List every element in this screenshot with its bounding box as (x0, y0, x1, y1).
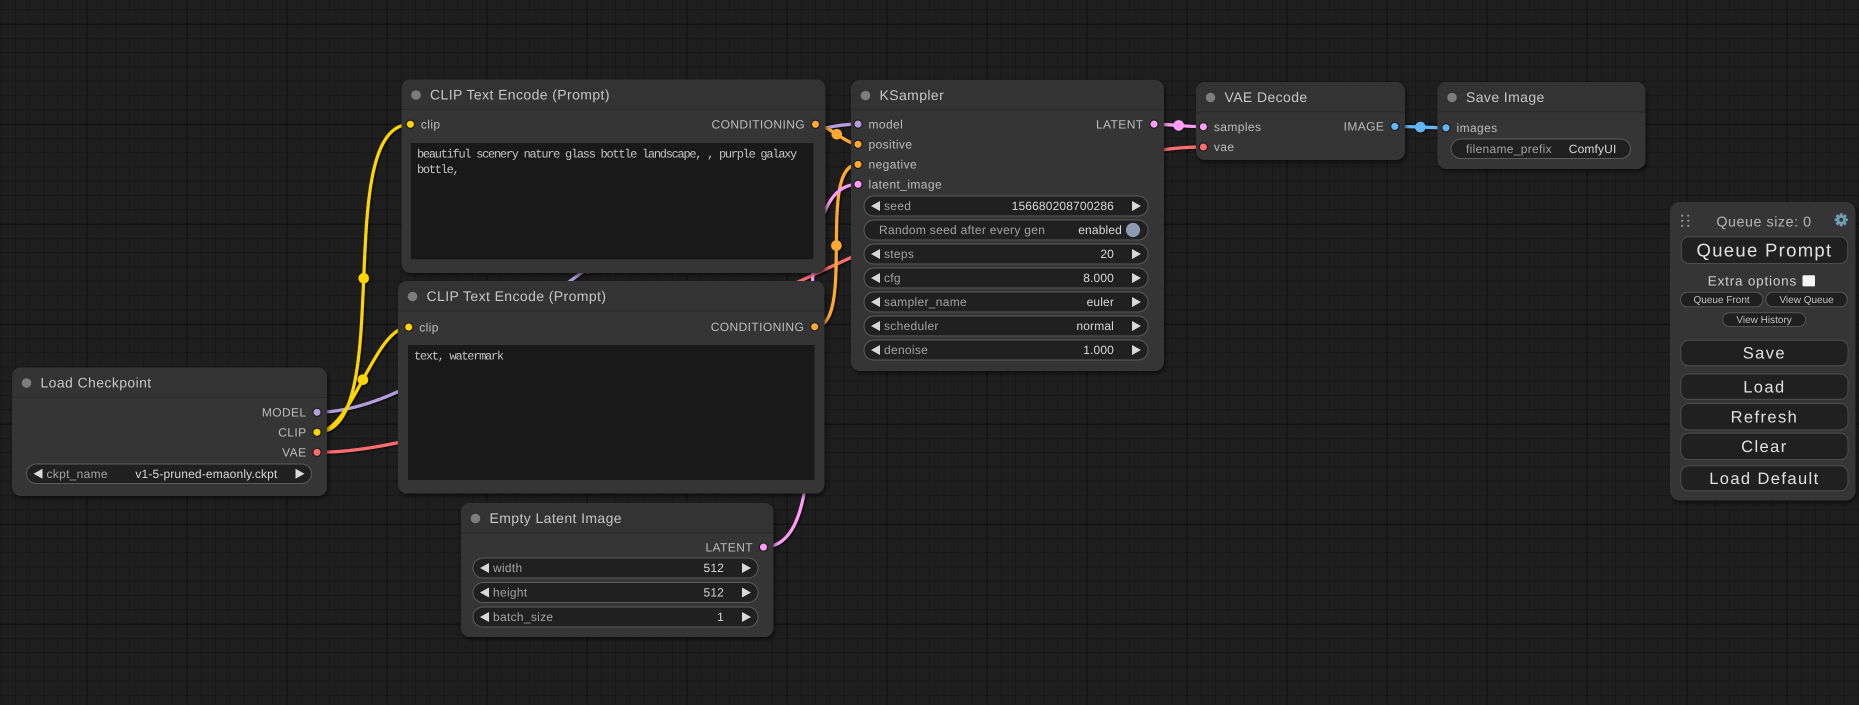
svg-text:Load Default: Load Default (1709, 470, 1819, 488)
svg-text:Load: Load (1743, 378, 1785, 396)
svg-text:CLIP Text Encode (Prompt): CLIP Text Encode (Prompt) (430, 87, 610, 103)
svg-text:bottle,: bottle, (417, 163, 458, 177)
svg-text:ckpt_name: ckpt_name (47, 467, 108, 481)
svg-text:CONDITIONING: CONDITIONING (712, 118, 805, 132)
svg-text:1.000: 1.000 (1083, 343, 1114, 357)
svg-text:VAE Decode: VAE Decode (1225, 89, 1308, 105)
svg-text:Clear: Clear (1741, 438, 1787, 456)
svg-text:Load Checkpoint: Load Checkpoint (41, 375, 152, 391)
svg-text:CLIP Text Encode (Prompt): CLIP Text Encode (Prompt) (427, 288, 607, 304)
svg-text:View History: View History (1736, 315, 1791, 326)
svg-text:LATENT: LATENT (1096, 117, 1144, 131)
svg-text:positive: positive (869, 138, 913, 152)
svg-text:1: 1 (717, 610, 724, 624)
svg-text:seed: seed (884, 199, 911, 213)
svg-text:model: model (869, 117, 904, 131)
svg-text:beautiful scenery nature glass: beautiful scenery nature glass bottle la… (417, 147, 797, 161)
svg-text:filename_prefix: filename_prefix (1466, 142, 1552, 156)
svg-text:CLIP: CLIP (278, 426, 306, 440)
svg-text:CONDITIONING: CONDITIONING (711, 320, 804, 334)
svg-text:vae: vae (1214, 140, 1235, 154)
svg-text:v1-5-pruned-emaonly.ckpt: v1-5-pruned-emaonly.ckpt (135, 467, 278, 481)
svg-text:text, watermark: text, watermark (414, 350, 504, 364)
svg-text:cfg: cfg (884, 271, 901, 285)
svg-text:batch_size: batch_size (493, 610, 553, 624)
svg-text:MODEL: MODEL (262, 406, 307, 420)
svg-text:Queue Front: Queue Front (1694, 295, 1750, 306)
svg-text:height: height (493, 586, 528, 600)
svg-text:8.000: 8.000 (1083, 271, 1114, 285)
svg-text:Random seed after every gen: Random seed after every gen (879, 223, 1045, 237)
svg-text:Empty Latent Image: Empty Latent Image (490, 510, 623, 526)
svg-text:euler: euler (1087, 295, 1114, 309)
svg-text:negative: negative (869, 158, 918, 172)
svg-text:images: images (1457, 121, 1498, 135)
svg-text:156680208700286: 156680208700286 (1012, 199, 1115, 213)
svg-text:enabled: enabled (1078, 223, 1122, 237)
svg-text:View Queue: View Queue (1779, 295, 1834, 306)
svg-text:clip: clip (421, 118, 441, 132)
svg-text:20: 20 (1100, 247, 1114, 261)
svg-text:steps: steps (884, 247, 914, 261)
svg-text:Queue size: 0: Queue size: 0 (1716, 215, 1811, 231)
svg-text:scheduler: scheduler (884, 319, 939, 333)
svg-text:sampler_name: sampler_name (884, 295, 967, 309)
svg-text:normal: normal (1076, 319, 1114, 333)
svg-text:width: width (492, 561, 523, 575)
svg-text:VAE: VAE (282, 446, 306, 460)
svg-text:ComfyUI: ComfyUI (1569, 142, 1617, 156)
svg-text:IMAGE: IMAGE (1344, 120, 1385, 134)
svg-text:512: 512 (704, 586, 725, 600)
svg-text:Save: Save (1743, 345, 1786, 363)
svg-text:512: 512 (704, 561, 725, 575)
svg-text:KSampler: KSampler (880, 87, 945, 103)
svg-text:latent_image: latent_image (869, 178, 943, 192)
svg-text:LATENT: LATENT (705, 540, 753, 554)
svg-text:denoise: denoise (884, 343, 928, 357)
svg-text:samples: samples (1214, 120, 1261, 134)
svg-text:Refresh: Refresh (1731, 409, 1799, 427)
svg-text:clip: clip (419, 320, 439, 334)
svg-text:Save Image: Save Image (1466, 89, 1545, 105)
svg-text:Queue Prompt: Queue Prompt (1697, 240, 1833, 261)
svg-text:Extra options: Extra options (1708, 274, 1797, 289)
